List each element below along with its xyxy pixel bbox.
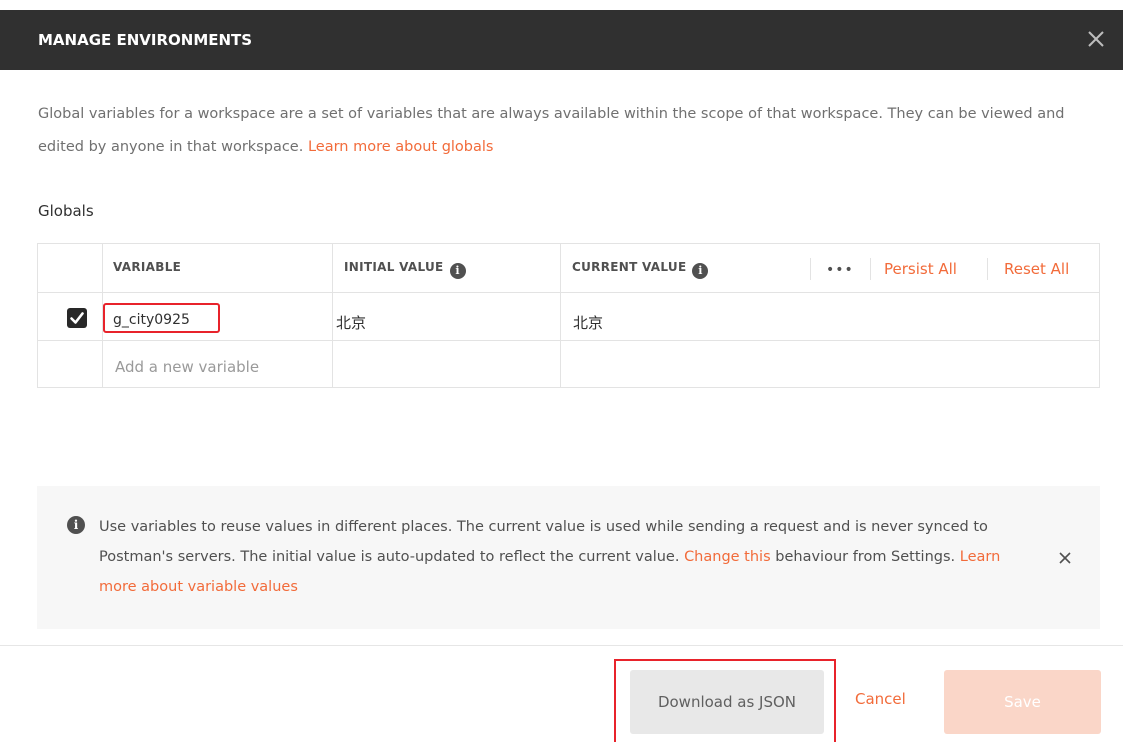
globals-description: Global variables for a workspace are a s… <box>38 98 1098 164</box>
footer-divider <box>0 645 1123 646</box>
globals-section-label: Globals <box>38 202 94 220</box>
table-divider <box>560 244 561 387</box>
cancel-button[interactable]: Cancel <box>855 690 906 708</box>
table-divider <box>332 244 333 387</box>
globals-table: VARIABLE INITIAL VALUE i CURRENT VALUE i •… <box>37 243 1100 388</box>
reset-all-button[interactable]: Reset All <box>1004 260 1069 278</box>
dismiss-notice-icon[interactable] <box>1055 548 1075 568</box>
save-button[interactable]: Save <box>944 670 1101 734</box>
info-icon[interactable]: i <box>692 263 709 279</box>
variables-info-notice: i Use variables to reuse values in diffe… <box>37 486 1100 629</box>
new-variable-input[interactable]: Add a new variable <box>115 358 259 376</box>
more-options-icon[interactable]: ••• <box>826 262 854 278</box>
learn-more-globals-link[interactable]: Learn more about globals <box>308 139 494 155</box>
row-enabled-checkbox[interactable] <box>67 308 87 328</box>
modal-title: MANAGE ENVIRONMENTS <box>38 31 253 49</box>
current-value-label: CURRENT VALUE <box>572 260 687 274</box>
column-header-current-value: CURRENT VALUE i <box>572 260 709 279</box>
variable-name-cell[interactable]: g_city0925 <box>113 312 190 328</box>
checkmark-icon <box>70 312 84 324</box>
modal-header: MANAGE ENVIRONMENTS <box>0 10 1123 70</box>
change-behaviour-link[interactable]: Change this <box>684 549 771 565</box>
info-icon: i <box>67 516 85 534</box>
column-header-variable: VARIABLE <box>113 260 182 274</box>
table-divider <box>987 258 988 280</box>
notice-text: Use variables to reuse values in differe… <box>99 512 1009 602</box>
initial-value-cell[interactable]: 北京 <box>336 312 366 333</box>
current-value-cell[interactable]: 北京 <box>573 312 603 333</box>
download-json-button[interactable]: Download as JSON <box>630 670 824 734</box>
info-icon[interactable]: i <box>449 263 466 279</box>
column-header-initial-value: INITIAL VALUE i <box>344 260 466 279</box>
table-divider <box>870 258 871 280</box>
close-icon[interactable] <box>1081 24 1111 54</box>
table-divider <box>38 292 1099 293</box>
initial-value-label: INITIAL VALUE <box>344 260 444 274</box>
persist-all-button[interactable]: Persist All <box>884 260 957 278</box>
table-divider <box>38 340 1099 341</box>
table-divider <box>810 258 811 280</box>
description-text: Global variables for a workspace are a s… <box>38 106 1065 155</box>
notice-text-part-2: behaviour from Settings. <box>770 549 960 565</box>
